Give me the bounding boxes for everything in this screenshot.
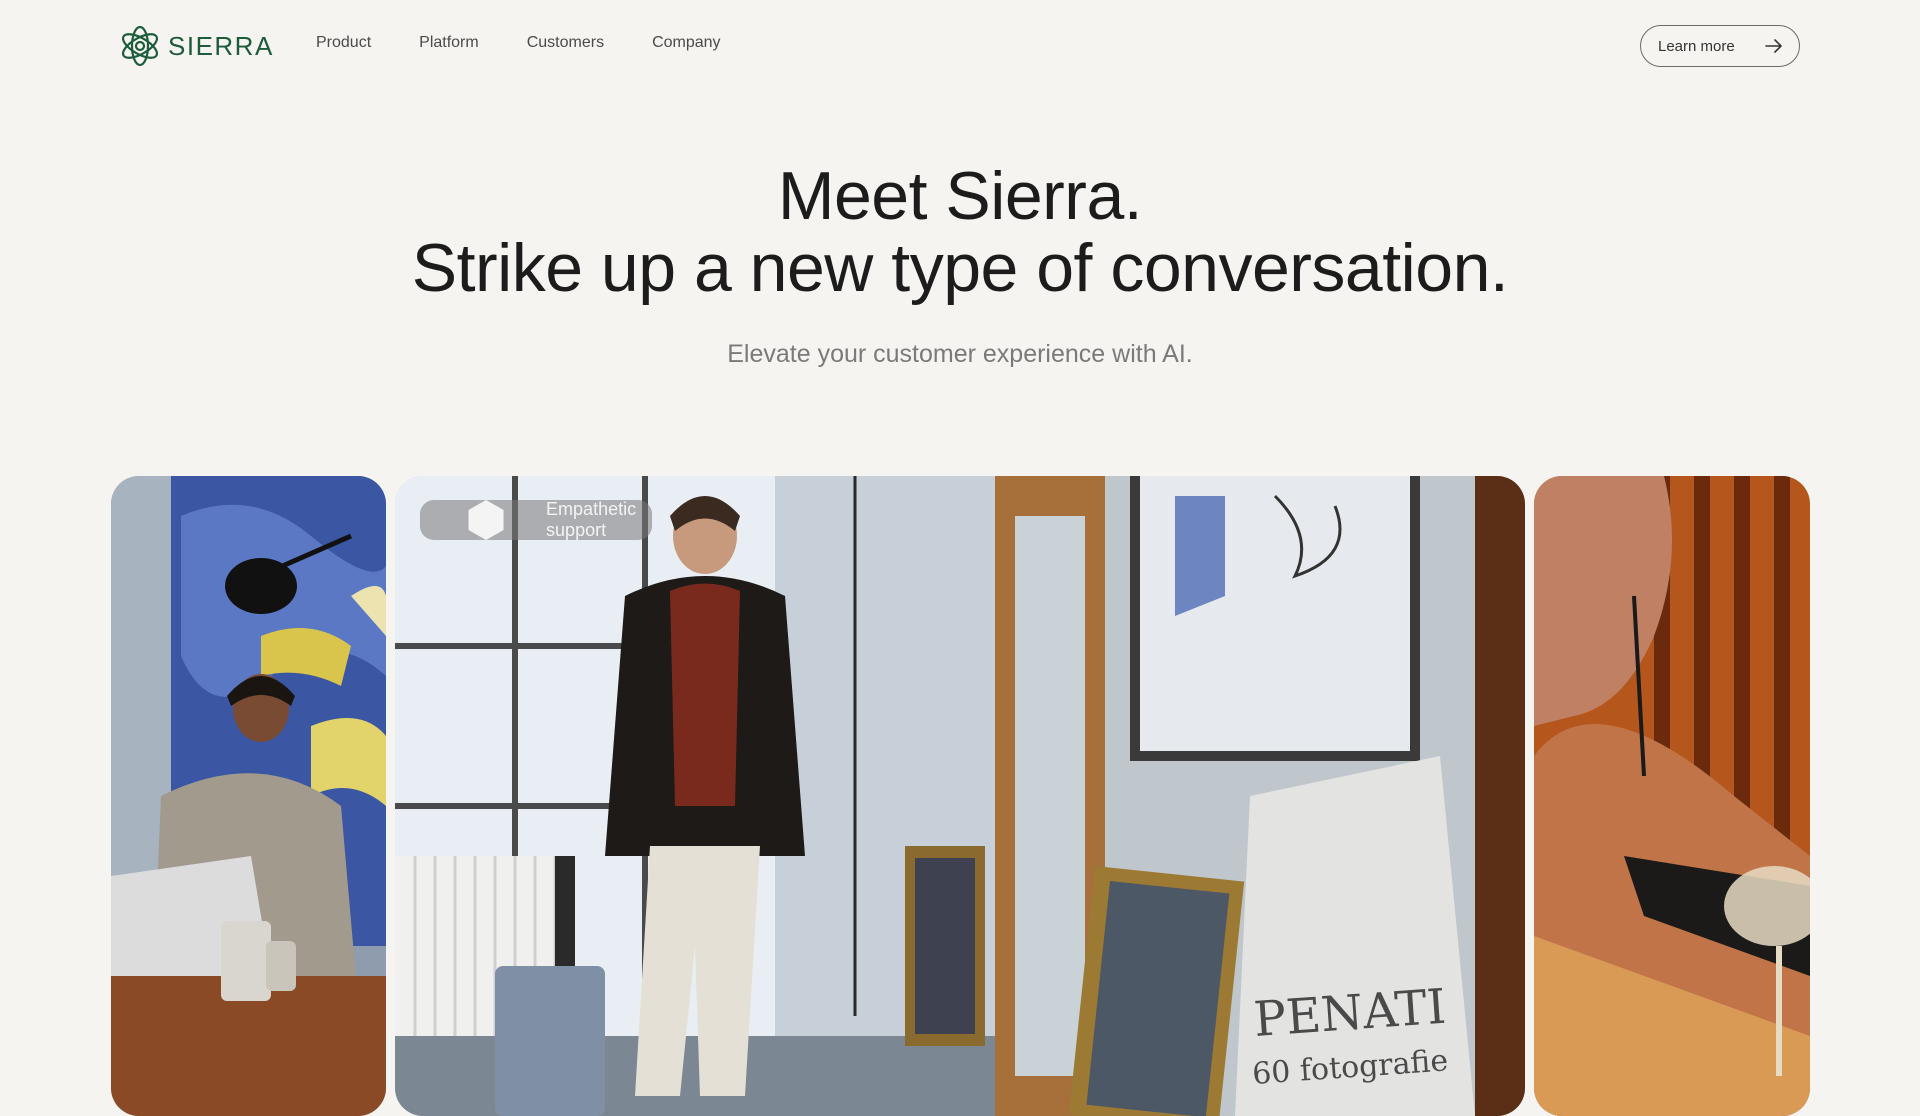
hero-subtitle: Elevate your customer experience with AI…	[727, 340, 1193, 368]
traveler-walking-image: PENATI 60 fotografie	[395, 476, 1525, 1116]
media-card-center[interactable]: PENATI 60 fotografie Empathetic support	[395, 476, 1525, 1116]
hexagon-icon	[468, 500, 504, 540]
feature-badge: Empathetic support	[420, 499, 653, 540]
nav-link-customers[interactable]: Customers	[527, 34, 604, 52]
hero-title: Meet Sierra. Strike up a new type of con…	[0, 160, 1920, 304]
hero-title-line-2: Strike up a new type of conversation.	[411, 230, 1509, 306]
nav-link-platform[interactable]: Platform	[419, 34, 479, 52]
brand-name: SIERRA	[168, 31, 274, 61]
media-card-left[interactable]	[111, 476, 386, 1116]
learn-more-button[interactable]: Learn more	[1640, 25, 1800, 67]
arrow-right-icon	[1765, 39, 1782, 53]
woman-with-drink-image	[1534, 476, 1810, 1116]
feature-badge-label: Empathetic support	[546, 499, 637, 540]
office-worker-image	[111, 476, 386, 1116]
nav-link-company[interactable]: Company	[652, 34, 720, 52]
top-navigation: SIERRA Product Platform Customers Compan…	[0, 0, 1920, 92]
learn-more-label: Learn more	[1658, 37, 1735, 55]
sierra-flower-logo-icon	[121, 25, 159, 67]
nav-link-product[interactable]: Product	[316, 34, 371, 52]
nav-links: Product Platform Customers Company	[316, 34, 721, 52]
hero-title-line-1: Meet Sierra.	[777, 158, 1143, 234]
media-card-right[interactable]	[1534, 476, 1810, 1116]
hero: Meet Sierra. Strike up a new type of con…	[0, 160, 1920, 304]
brand-logo[interactable]: SIERRA	[118, 23, 274, 69]
